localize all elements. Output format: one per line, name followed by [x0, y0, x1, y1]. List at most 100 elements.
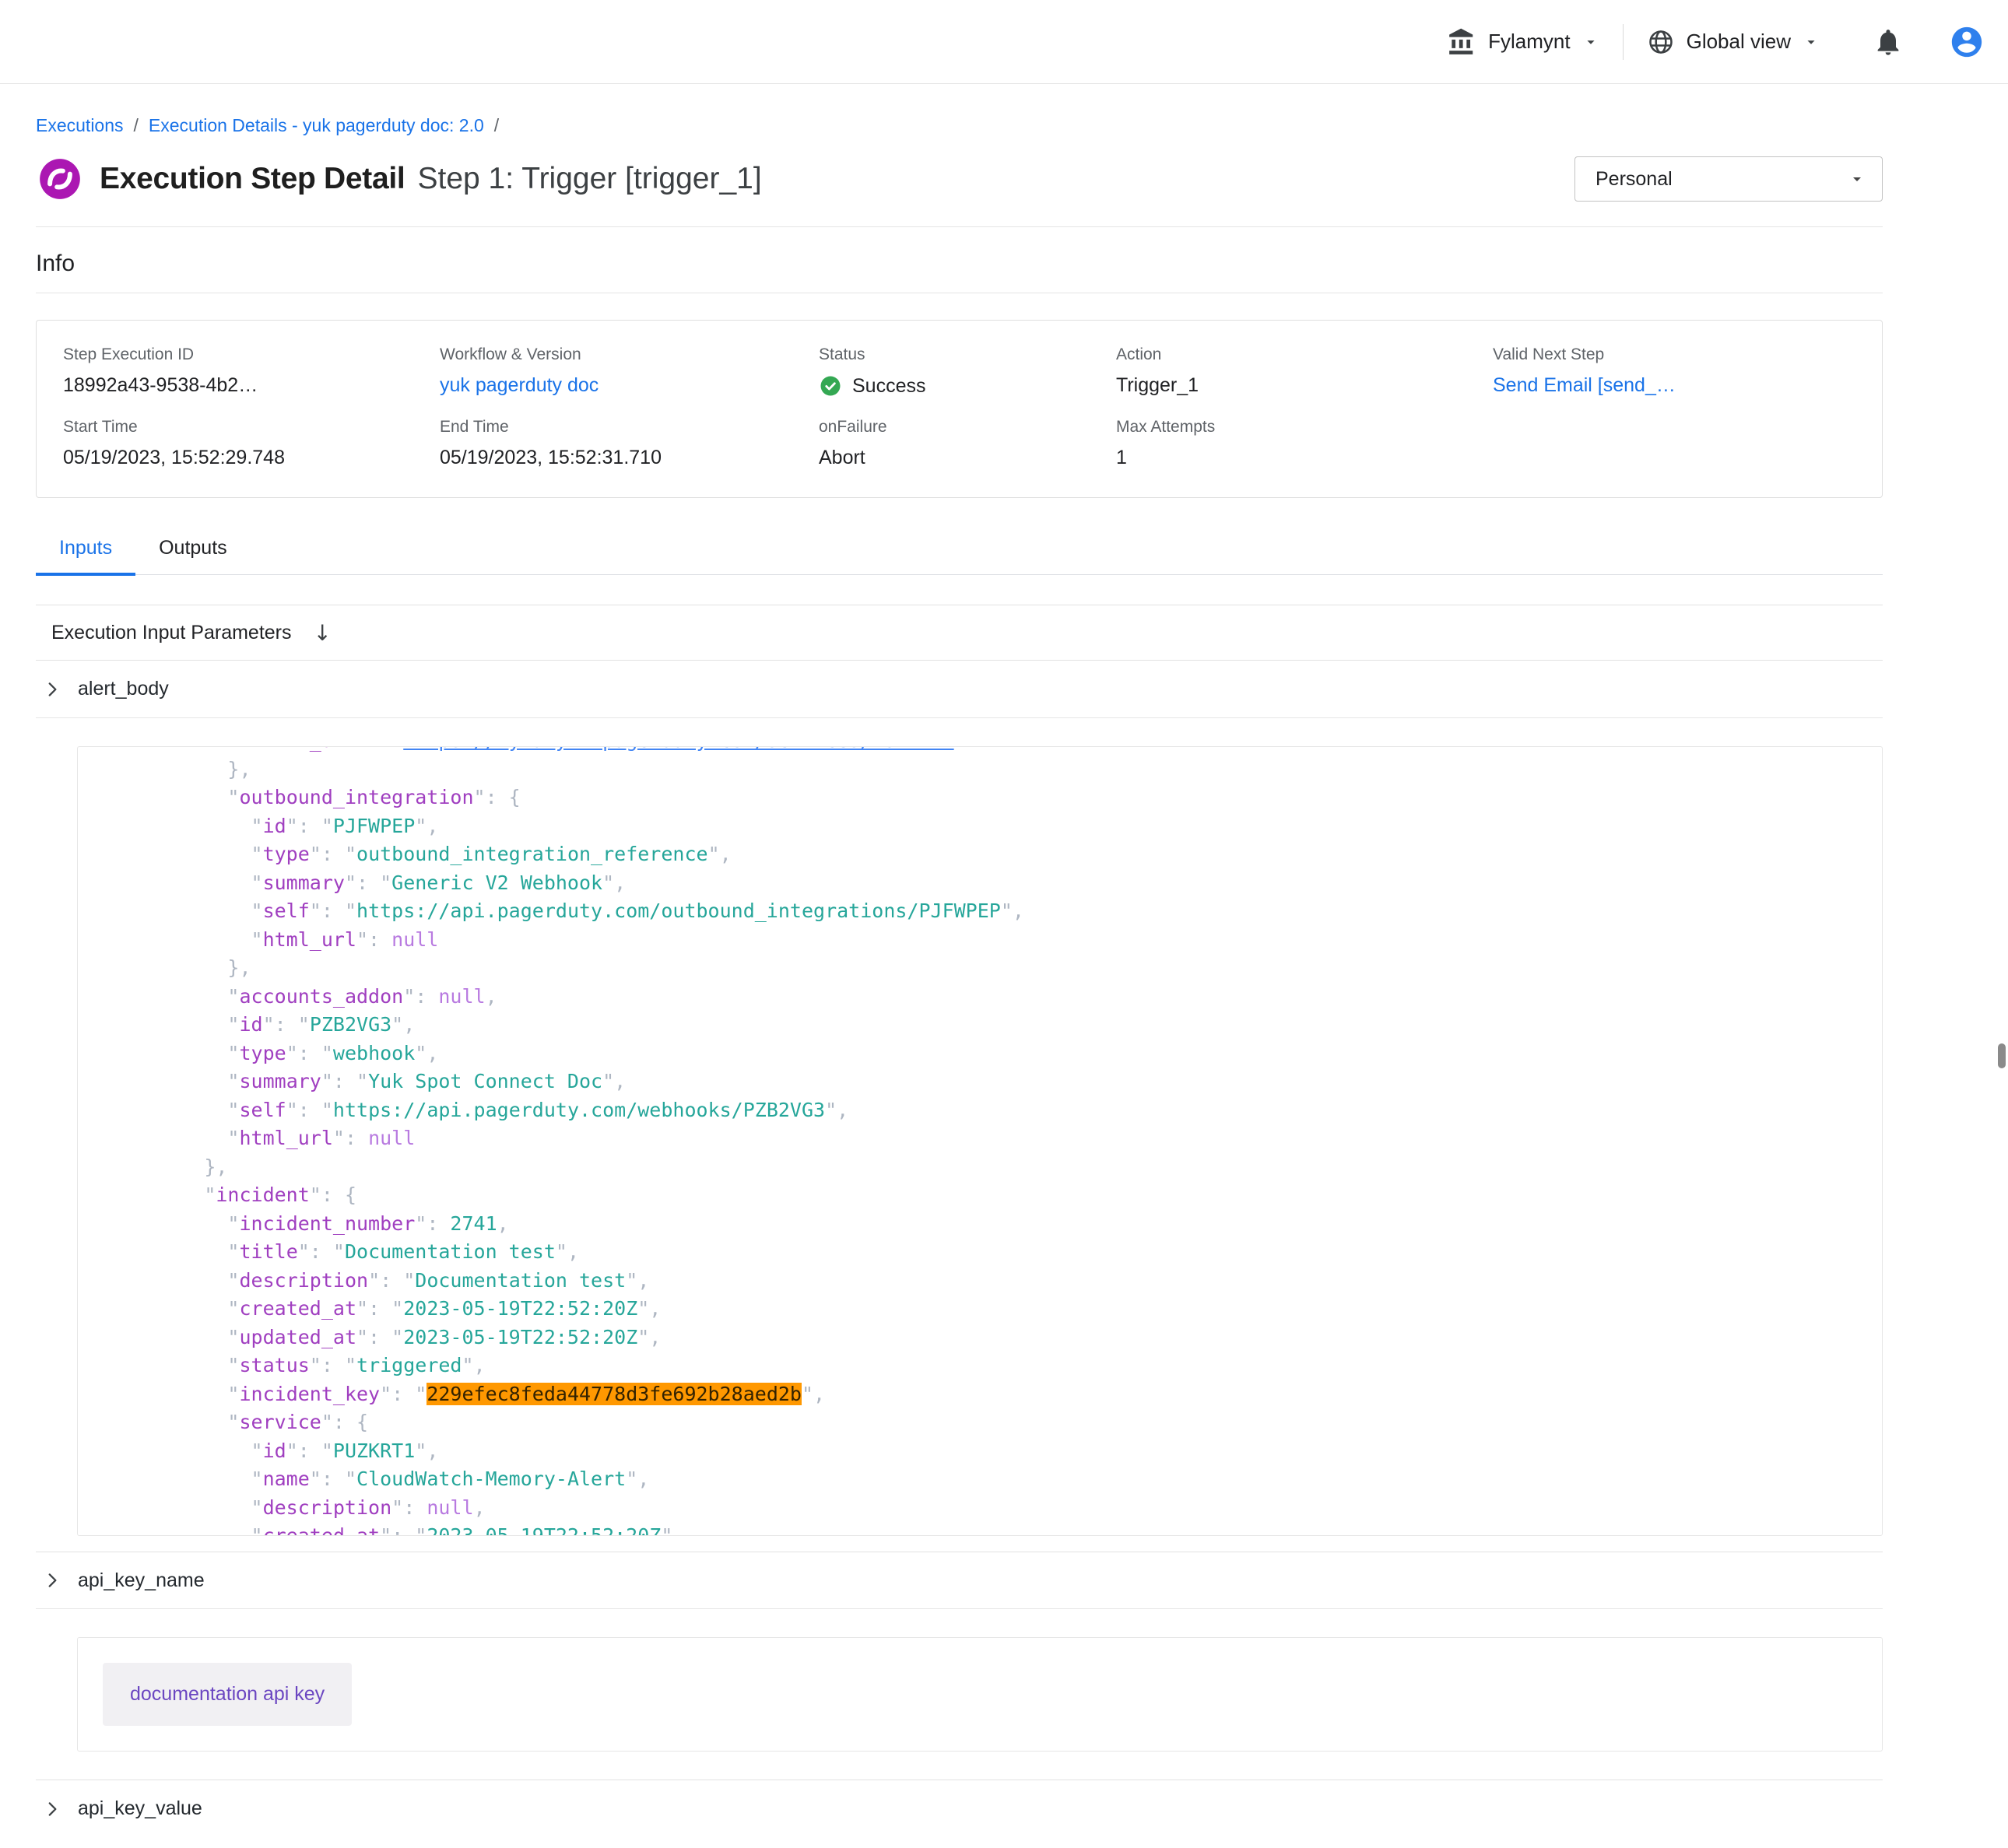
code-token: ":	[403, 985, 438, 1008]
header-divider	[1623, 24, 1624, 60]
code-token: updated_at	[239, 1326, 356, 1348]
success-icon	[819, 374, 842, 398]
org-name: Fylamynt	[1488, 30, 1570, 54]
arrow-down-icon[interactable]: ↓	[314, 620, 332, 646]
api-key-chip: documentation api key	[103, 1663, 352, 1726]
tab-inputs[interactable]: Inputs	[36, 529, 135, 576]
code-line: "incident": {	[134, 1181, 1882, 1210]
code-token: ":	[391, 1496, 427, 1519]
page-header: Execution Step Detail Step 1: Trigger [t…	[36, 155, 1883, 203]
code-token: id	[239, 1013, 262, 1036]
info-field-label: Workflow & Version	[440, 345, 819, 364]
code-link[interactable]: https://fylamynt.pagerduty.com/services/…	[403, 746, 953, 752]
code-token	[134, 1326, 227, 1348]
code-token: outbound_integration_reference	[356, 843, 708, 865]
personal-select[interactable]: Personal	[1574, 156, 1883, 202]
info-field-step-execution-id: Step Execution ID 18992a43-9538-4b2…	[63, 345, 440, 398]
code-pre: "html_url": "https://fylamynt.pagerduty.…	[78, 746, 1882, 1536]
code-token: id	[263, 1439, 286, 1462]
code-token: ": "	[310, 1468, 356, 1490]
code-token: "	[227, 1099, 239, 1121]
tab-outputs[interactable]: Outputs	[135, 529, 251, 574]
code-line: "created_at": "2023-05-19T22:52:20Z",	[134, 1295, 1882, 1324]
input-params-header: Execution Input Parameters ↓	[36, 605, 1883, 661]
code-line: "name": "CloudWatch-Memory-Alert",	[134, 1465, 1882, 1494]
code-token: ": "	[356, 1297, 403, 1320]
code-token	[134, 1383, 227, 1405]
chevron-right-icon	[42, 1799, 62, 1819]
code-token	[134, 1070, 227, 1092]
code-token: PJFWPEP	[333, 815, 415, 837]
code-token: ",	[391, 1013, 415, 1036]
code-token	[134, 1411, 227, 1433]
code-line: "created_at": "2023-05-19T22:52:20Z",	[134, 1522, 1882, 1536]
api-key-chip-box: documentation api key	[77, 1637, 1883, 1752]
code-token: ",	[802, 1383, 825, 1405]
param-label: api_key_value	[78, 1797, 202, 1820]
param-row-alert-body[interactable]: alert_body	[36, 661, 1883, 718]
code-token: null	[427, 1496, 473, 1519]
input-params-title: Execution Input Parameters	[51, 622, 292, 644]
info-field-value: Trigger_1	[1116, 374, 1493, 397]
code-token: https://api.pagerduty.com/webhooks/PZB2V…	[333, 1099, 825, 1121]
param-row-api-key-value[interactable]: api_key_value	[36, 1780, 1883, 1837]
code-token	[134, 1439, 251, 1462]
info-field-onfailure: onFailure Abort	[819, 418, 1116, 469]
code-token: "	[251, 1496, 263, 1519]
divider	[36, 226, 1883, 227]
code-line: "html_url": "https://fylamynt.pagerduty.…	[134, 746, 1882, 756]
view-switcher[interactable]: Global view	[1647, 28, 1820, 56]
code-token: Generic V2 Webhook	[391, 871, 602, 894]
status-badge: Success	[819, 374, 1116, 398]
breadcrumb: Executions / Execution Details - yuk pag…	[36, 84, 1883, 136]
workflow-link[interactable]: yuk pagerduty doc	[440, 374, 599, 396]
code-token	[134, 1269, 227, 1292]
info-field-status: Status Success	[819, 345, 1116, 398]
code-token: 2741	[450, 1212, 497, 1235]
code-block[interactable]: "html_url": "https://fylamynt.pagerduty.…	[77, 746, 1883, 1536]
code-token: null	[438, 985, 485, 1008]
code-line: "summary": "Generic V2 Webhook",	[134, 869, 1882, 898]
code-token	[134, 843, 251, 865]
info-field-value: 05/19/2023, 15:52:29.748	[63, 447, 440, 469]
code-line: "summary": "Yuk Spot Connect Doc",	[134, 1068, 1882, 1096]
param-row-api-key-name[interactable]: api_key_name	[36, 1552, 1883, 1609]
code-token: ,	[474, 1496, 486, 1519]
code-token: "	[227, 1042, 239, 1064]
page-scrollbar-thumb[interactable]	[1998, 1043, 2006, 1068]
info-heading: Info	[36, 251, 1883, 277]
breadcrumb-separator: /	[134, 115, 139, 136]
info-field-label: onFailure	[819, 418, 1116, 437]
code-token: ,	[486, 985, 497, 1008]
code-token: "	[251, 746, 263, 752]
info-field-valid-next-step: Valid Next Step Send Email [send_…	[1493, 345, 1882, 398]
status-text: Success	[852, 375, 925, 398]
code-token: accounts_addon	[239, 985, 403, 1008]
param-label: api_key_name	[78, 1569, 205, 1592]
code-token: ": "	[298, 1240, 345, 1263]
code-line: "title": "Documentation test",	[134, 1238, 1882, 1267]
code-line: "description": "Documentation test",	[134, 1267, 1882, 1296]
code-line: "type": "outbound_integration_reference"…	[134, 840, 1882, 869]
info-field-label: Valid Next Step	[1493, 345, 1882, 364]
code-line: "incident_number": 2741,	[134, 1210, 1882, 1239]
code-token: ": "	[286, 1439, 333, 1462]
info-field-start-time: Start Time 05/19/2023, 15:52:29.748	[63, 418, 440, 469]
code-token: description	[239, 1269, 368, 1292]
code-line: "description": null,	[134, 1494, 1882, 1523]
code-line: "accounts_addon": null,	[134, 983, 1882, 1012]
code-token: "	[204, 1183, 216, 1206]
code-token: ": "	[356, 746, 403, 752]
code-token: self	[239, 1099, 286, 1121]
avatar-button[interactable]	[1949, 24, 1985, 60]
breadcrumb-link-execution-details[interactable]: Execution Details - yuk pagerduty doc: 2…	[149, 115, 484, 136]
code-token: ": "	[263, 1013, 310, 1036]
next-step-link[interactable]: Send Email [send_…	[1493, 374, 1676, 396]
org-switcher[interactable]: Fylamynt	[1447, 27, 1599, 57]
code-line: "incident_key": "229efec8feda44778d3fe69…	[134, 1380, 1882, 1409]
info-field-label: Status	[819, 345, 1116, 364]
info-field-value: Abort	[819, 447, 1116, 469]
code-token: "	[227, 1354, 239, 1376]
notifications-button[interactable]	[1873, 26, 1904, 58]
breadcrumb-link-executions[interactable]: Executions	[36, 115, 124, 136]
